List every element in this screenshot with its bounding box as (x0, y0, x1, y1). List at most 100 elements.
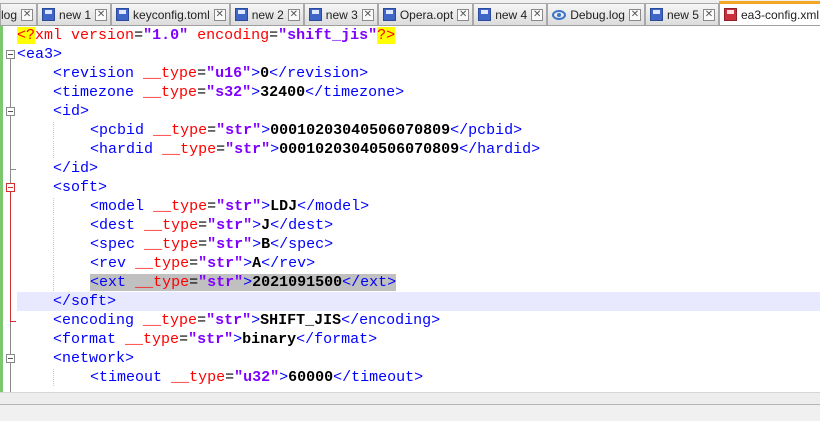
tab-new-1[interactable]: new 1 ✕ (37, 3, 112, 25)
code-line[interactable]: <ea3> (17, 45, 820, 64)
code-line[interactable]: <spec __type="str">B</spec> (17, 235, 820, 254)
token-text: 0 (260, 65, 270, 82)
status-bar (0, 404, 820, 421)
close-icon[interactable]: ✕ (361, 8, 374, 21)
fold-toggle[interactable] (6, 107, 15, 116)
token-attr: encoding (197, 27, 270, 44)
close-icon[interactable]: ✕ (213, 8, 226, 21)
token-eq (188, 27, 197, 44)
code-line[interactable]: <timeout __type="u32">60000</timeout> (17, 368, 820, 387)
token-tag: <soft> (53, 179, 108, 196)
tab-new-5[interactable]: new 5 ✕ (644, 3, 719, 25)
fold-toggle[interactable] (6, 183, 15, 192)
token-tag: > (233, 331, 243, 348)
indent (53, 255, 91, 272)
code-line[interactable]: <?xml version="1.0" encoding="shift_jis"… (17, 26, 820, 45)
tab-keyconfig-toml[interactable]: keyconfig.toml ✕ (111, 3, 230, 25)
close-icon[interactable]: ✕ (287, 8, 300, 21)
close-icon[interactable]: ✕ (531, 8, 544, 21)
token-eq: = (197, 65, 207, 82)
token-tag: </pcbid> (450, 122, 523, 139)
token-eq (126, 274, 135, 291)
token-attr: __type (153, 122, 208, 139)
token-declname: xml (35, 27, 63, 44)
fold-end (10, 169, 16, 170)
code-line[interactable]: </id> (17, 159, 820, 178)
token-tag: <encoding (53, 312, 135, 329)
token-tag: > (279, 369, 289, 386)
unsaved-doc-icon (723, 8, 737, 21)
token-eq (135, 236, 144, 253)
indent (53, 122, 91, 139)
code-line[interactable]: <timezone __type="s32">32400</timezone> (17, 83, 820, 102)
token-text: J (261, 217, 271, 234)
token-eq: = (198, 236, 208, 253)
token-tag: > (252, 236, 262, 253)
editor-pane[interactable]: <?xml version="1.0" encoding="shift_jis"… (0, 26, 820, 392)
code-line[interactable]: <ext __type="str">2021091500</ext> (17, 273, 820, 292)
code-line[interactable]: <pcbid __type="str">00010203040506070809… (17, 121, 820, 140)
token-tag: > (251, 65, 261, 82)
token-tag: </hardid> (459, 141, 541, 158)
tab-label: ea3-config.xml (740, 7, 820, 22)
tab-ea3-config-xml[interactable]: ea3-config.xml✕ (718, 1, 820, 25)
code-line[interactable]: <rev __type="str">A</rev> (17, 254, 820, 273)
token-attr: __type (144, 236, 199, 253)
code-line[interactable]: <revision __type="u16">0</revision> (17, 64, 820, 83)
tab-log[interactable]: log ✕ (0, 3, 38, 25)
token-tag: <network> (53, 350, 135, 367)
tab-debug-log[interactable]: Debug.log ✕ (547, 3, 645, 25)
token-eq: = (207, 198, 217, 215)
horizontal-scrollbar[interactable] (0, 392, 820, 404)
code-line[interactable]: <soft> (17, 178, 820, 197)
indent (53, 141, 91, 158)
token-tag: <id> (53, 103, 90, 120)
tab-new-4[interactable]: new 4 ✕ (473, 3, 548, 25)
token-text: 00010203040506070809 (270, 122, 451, 139)
token-decl: <? (17, 27, 36, 44)
code-line[interactable]: <encoding __type="str">SHIFT_JIS</encodi… (17, 311, 820, 330)
token-attr: __type (143, 312, 198, 329)
token-eq (126, 255, 135, 272)
code-line[interactable]: <dest __type="str">J</dest> (17, 216, 820, 235)
tab-label: new 4 (495, 7, 528, 22)
token-eq: = (134, 27, 144, 44)
close-icon[interactable]: ✕ (702, 8, 715, 21)
tab-new-2[interactable]: new 2 ✕ (229, 3, 304, 25)
tab-bar: log ✕ new 1 ✕ keyconfig.toml ✕ new 2 ✕ new 3 ✕ Ope… (0, 0, 820, 26)
close-icon[interactable]: ✕ (628, 8, 641, 21)
token-tag: <timezone (53, 84, 135, 101)
fold-toggle[interactable] (6, 354, 15, 363)
close-icon[interactable]: ✕ (457, 8, 470, 21)
fold-toggle[interactable] (6, 50, 15, 59)
tab-opera-opt[interactable]: Opera.opt ✕ (377, 3, 474, 25)
token-text: 2021091500 (252, 274, 343, 291)
token-eq (162, 369, 171, 386)
code-view[interactable]: <?xml version="1.0" encoding="shift_jis"… (17, 26, 820, 387)
token-eq (116, 331, 125, 348)
close-icon[interactable]: ✕ (95, 8, 108, 21)
token-eq: = (189, 274, 199, 291)
token-tag: <rev (90, 255, 127, 272)
code-line[interactable]: <hardid __type="str">0001020304050607080… (17, 140, 820, 159)
code-line[interactable]: <format __type="str">binary</format> (17, 330, 820, 349)
save-doc-icon (234, 8, 248, 21)
token-eq: = (225, 369, 235, 386)
code-line[interactable]: <network> (17, 349, 820, 368)
tab-new-3[interactable]: new 3 ✕ (303, 3, 378, 25)
close-icon[interactable]: ✕ (21, 8, 34, 21)
token-str: "str" (216, 198, 262, 215)
token-str: "str" (206, 312, 252, 329)
token-eq (134, 84, 143, 101)
code-line[interactable]: </soft> (17, 292, 820, 311)
code-line[interactable]: <id> (17, 102, 820, 121)
token-attr: __type (162, 141, 217, 158)
code-line[interactable]: <model __type="str">LDJ</model> (17, 197, 820, 216)
token-eq: = (189, 255, 199, 272)
